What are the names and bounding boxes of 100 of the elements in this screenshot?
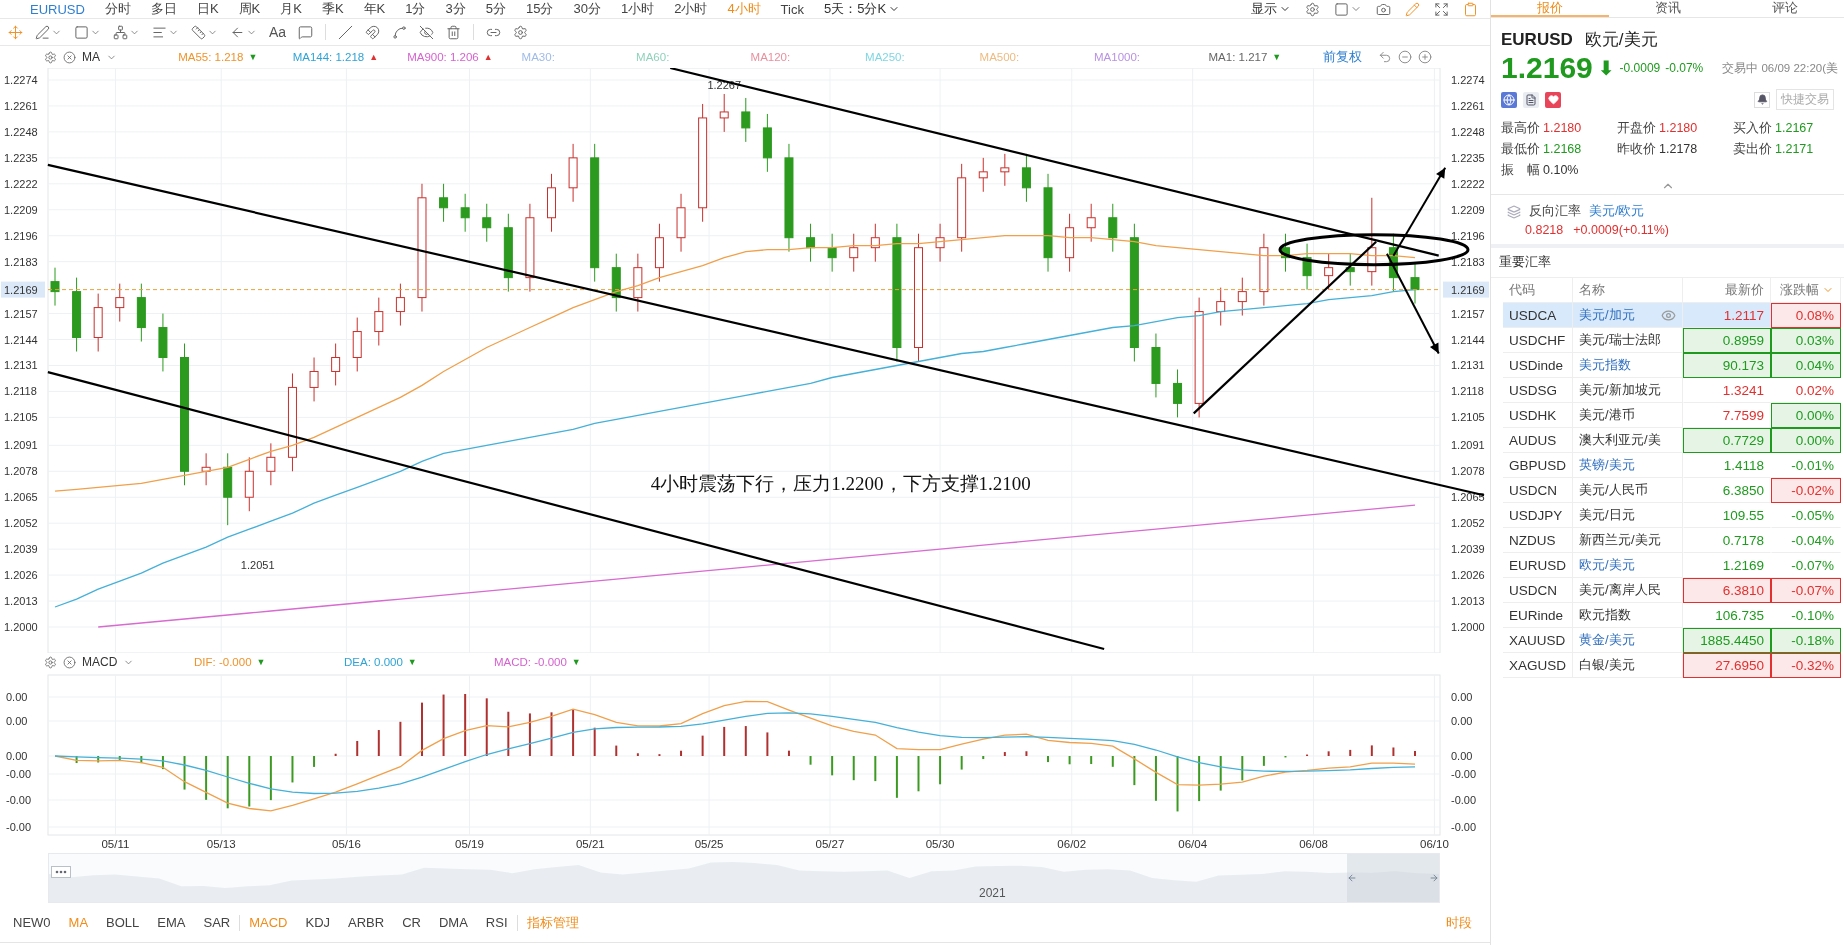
period-tab[interactable]: 年K	[363, 0, 386, 18]
right-handle-icon[interactable]	[1429, 873, 1439, 883]
camera-icon[interactable]	[1376, 1, 1391, 17]
code-cell[interactable]: EURinde	[1503, 603, 1573, 628]
code-cell[interactable]: USDCHF	[1503, 328, 1573, 353]
lines-icon[interactable]	[152, 24, 167, 40]
range-select[interactable]: 5天：5分K	[823, 0, 901, 18]
indicator-tab[interactable]: CR	[393, 915, 430, 930]
name-link[interactable]: 欧元/美元	[1579, 556, 1635, 574]
rectangle-icon[interactable]	[74, 24, 89, 40]
comment-icon[interactable]	[298, 24, 314, 40]
indicator-tab[interactable]: NEW0	[4, 915, 60, 930]
annotation-text: 4小时震荡下行，压力1.2200，下方支撑1.2100	[650, 473, 1031, 495]
indicator-tab[interactable]: DMA	[429, 915, 477, 930]
name-link[interactable]: 美元指数	[1579, 356, 1631, 374]
curve-icon[interactable]	[392, 24, 408, 40]
name-text: 美元/日元	[1579, 506, 1635, 524]
pencil-icon[interactable]	[1405, 1, 1420, 17]
code-cell[interactable]: AUDUS	[1503, 428, 1573, 453]
period-tab[interactable]: 30分	[573, 0, 601, 18]
candlestick	[1173, 368, 1183, 418]
zoom-out-icon[interactable]	[1398, 50, 1412, 64]
axis-label: 1.2196	[1451, 229, 1485, 242]
code-cell[interactable]: USDCN	[1503, 578, 1573, 603]
adjust-link[interactable]: 前复权	[1323, 48, 1362, 66]
code-cell[interactable]: USDinde	[1503, 353, 1573, 378]
period-tab[interactable]: 季K	[321, 0, 344, 18]
indicator-tab[interactable]: SAR	[194, 915, 240, 930]
move-icon[interactable]	[8, 24, 23, 40]
trend-arrow: ▼	[571, 657, 581, 667]
settings-icon[interactable]	[44, 655, 57, 669]
pen-line-icon[interactable]	[35, 24, 50, 40]
code-cell[interactable]: GBPUSD	[1503, 453, 1573, 478]
name-link[interactable]: 英镑/美元	[1579, 456, 1635, 474]
period-tab[interactable]: 15分	[525, 0, 554, 18]
more-button[interactable]	[51, 866, 71, 878]
change-cell: -0.18%	[1771, 628, 1841, 653]
code-cell[interactable]: USDHK	[1503, 403, 1573, 428]
trend-arrow: ▲	[483, 52, 493, 62]
nodes-icon[interactable]	[113, 24, 128, 40]
range-navigator[interactable]: 2021	[48, 853, 1440, 903]
period-tab[interactable]: 日K	[196, 0, 219, 18]
axis-label: -0.00	[1451, 821, 1477, 833]
indicator-tab[interactable]: KDJ	[296, 915, 340, 930]
column-header[interactable]: 涨跌幅	[1771, 278, 1841, 303]
code-cell[interactable]: USDCN	[1503, 478, 1573, 503]
code-cell[interactable]: USDJPY	[1503, 503, 1573, 528]
settings-icon[interactable]	[1305, 1, 1320, 17]
document-icon[interactable]	[1523, 91, 1539, 108]
panel-tab[interactable]: 评论	[1726, 0, 1844, 17]
ruler-icon[interactable]	[191, 24, 206, 40]
globe-icon[interactable]	[1501, 91, 1517, 108]
hide-icon[interactable]	[419, 24, 435, 40]
period-tab[interactable]: 2小时	[674, 0, 708, 18]
clipboard-icon[interactable]	[1463, 1, 1478, 17]
name-link[interactable]: 黄金/美元	[1579, 631, 1635, 649]
axis-label: 1.2183	[1451, 255, 1485, 268]
period-tab[interactable]: 5分	[485, 0, 506, 18]
settings-icon[interactable]	[44, 50, 57, 64]
trading-status: 交易中 06/09 22:20(美	[1722, 60, 1839, 76]
trash-icon[interactable]	[446, 24, 462, 40]
inverse-price: 0.8218	[1525, 223, 1564, 237]
close-icon[interactable]	[63, 655, 76, 669]
code-cell[interactable]: XAUUSD	[1503, 628, 1573, 653]
zoom-in-icon[interactable]	[1418, 50, 1432, 64]
period-tab[interactable]: 1小时	[620, 0, 655, 18]
display-menu[interactable]: 显示	[1251, 0, 1291, 18]
period-tab[interactable]: Tick	[780, 1, 804, 17]
square-icon[interactable]	[1334, 1, 1349, 17]
candlestick	[482, 203, 492, 243]
indicator-tab[interactable]: RSI	[476, 915, 517, 930]
period-tab[interactable]: 3分	[445, 0, 466, 18]
period-tab[interactable]: 1分	[405, 0, 426, 18]
undo-icon[interactable]	[1378, 50, 1392, 64]
code-cell[interactable]: XAGUSD	[1503, 653, 1573, 678]
indicator-tab[interactable]: EMA	[148, 915, 195, 930]
axis-label: -0.00	[6, 768, 32, 780]
code-cell[interactable]: USDSG	[1503, 378, 1573, 403]
magnet-icon[interactable]	[365, 24, 381, 40]
code-cell[interactable]: USDCA	[1503, 303, 1573, 328]
left-handle-icon[interactable]	[1347, 873, 1357, 883]
panel-tab[interactable]: 资讯	[1608, 0, 1727, 17]
period-tab[interactable]: 月K	[280, 0, 302, 18]
indicator-name[interactable]: MACD	[82, 655, 118, 669]
period-tab[interactable]: 周K	[238, 0, 261, 18]
period-tab[interactable]: 分时	[104, 0, 131, 18]
code-cell[interactable]: NZDUS	[1503, 528, 1573, 553]
close-icon[interactable]	[63, 50, 76, 64]
settings-icon[interactable]	[513, 24, 529, 40]
eye-icon[interactable]	[1661, 307, 1676, 323]
code-cell[interactable]: EURUSD	[1503, 553, 1573, 578]
bell-icon[interactable]	[1754, 91, 1770, 108]
legend-label: MA250:	[865, 51, 905, 63]
indicator-tab[interactable]: BOLL	[97, 915, 149, 930]
inverse-pair-link[interactable]: 美元/欧元	[1589, 203, 1645, 220]
expand-icon[interactable]	[1434, 1, 1449, 17]
text-tool[interactable]: Aa	[269, 24, 287, 40]
indicator-tab[interactable]: ARBR	[339, 915, 394, 930]
period-tab[interactable]: 多日	[150, 0, 177, 18]
indicator-name[interactable]: MA	[82, 50, 100, 64]
